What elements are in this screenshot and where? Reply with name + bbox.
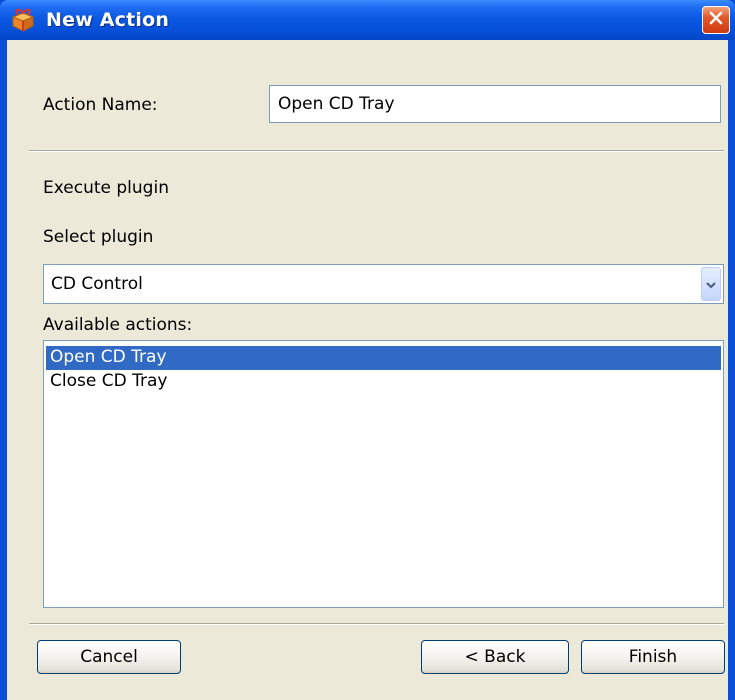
dialog-body: Action Name: Open CD Tray Execute plugin…: [4, 40, 731, 700]
top-separator: [29, 150, 724, 152]
available-actions-list[interactable]: Open CD Tray Close CD Tray: [43, 340, 724, 608]
plugin-select-value: CD Control: [51, 274, 143, 294]
finish-button[interactable]: Finish: [581, 640, 725, 674]
available-actions-label: Available actions:: [43, 315, 193, 335]
select-plugin-label: Select plugin: [43, 227, 154, 247]
action-name-label: Action Name:: [43, 95, 158, 115]
list-item-close-cd-tray[interactable]: Close CD Tray: [46, 370, 721, 394]
cancel-button[interactable]: Cancel: [37, 640, 181, 674]
plugin-select[interactable]: CD Control: [43, 264, 724, 304]
new-action-dialog: New Action Action Name: Open CD Tray Exe…: [0, 0, 735, 700]
title-bar[interactable]: New Action: [0, 0, 735, 40]
back-button[interactable]: < Back: [421, 640, 569, 674]
execute-plugin-label: Execute plugin: [43, 178, 169, 198]
window-title: New Action: [46, 9, 170, 31]
list-item-open-cd-tray[interactable]: Open CD Tray: [46, 346, 721, 370]
chevron-down-icon: [705, 275, 717, 294]
dropdown-button[interactable]: [701, 267, 721, 301]
close-button[interactable]: [702, 6, 730, 34]
gift-box-icon: [10, 7, 36, 33]
action-name-input[interactable]: Open CD Tray: [269, 85, 721, 123]
bottom-separator: [29, 623, 724, 625]
close-icon: [708, 10, 724, 30]
